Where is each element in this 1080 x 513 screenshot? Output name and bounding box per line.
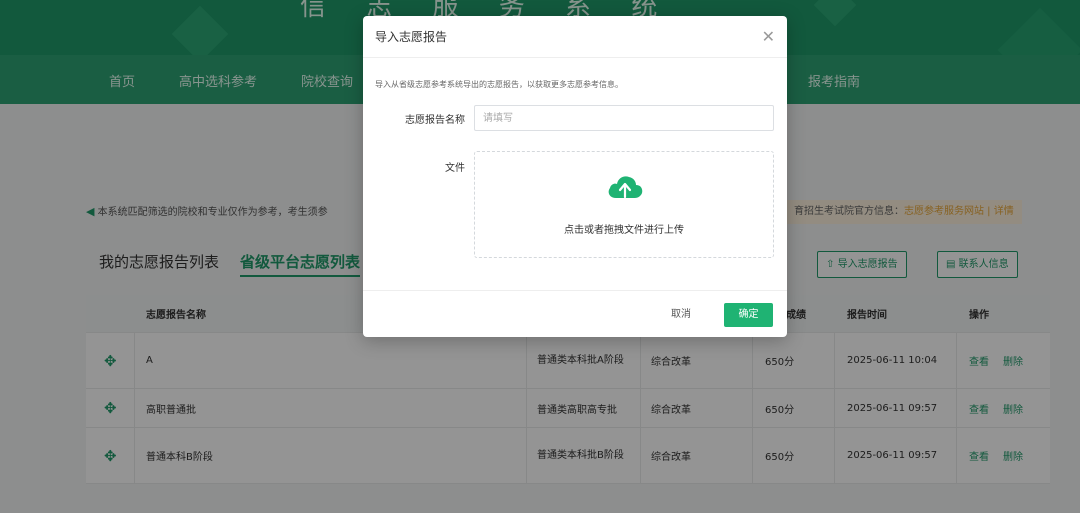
report-name-input[interactable] (474, 105, 774, 131)
dialog-footer: 取消 确定 (363, 290, 787, 337)
confirm-button[interactable]: 确定 (724, 303, 773, 327)
report-name-label: 志愿报告名称 (405, 115, 465, 126)
cancel-button[interactable]: 取消 (666, 303, 696, 327)
dialog-tip: 导入从省级志愿参考系统导出的志愿报告，以获取更多志愿参考信息。 (375, 80, 623, 89)
upload-hint: 点击或者拖拽文件进行上传 (564, 225, 684, 236)
file-upload-dropzone[interactable]: 点击或者拖拽文件进行上传 (474, 151, 774, 258)
import-report-dialog: 导入志愿报告 ✕ 导入从省级志愿参考系统导出的志愿报告，以获取更多志愿参考信息。… (363, 16, 787, 337)
dialog-header: 导入志愿报告 ✕ (363, 16, 787, 58)
dialog-title: 导入志愿报告 (375, 30, 448, 44)
file-label: 文件 (445, 163, 465, 174)
close-icon[interactable]: ✕ (762, 27, 775, 46)
cloud-upload-icon (608, 176, 643, 199)
